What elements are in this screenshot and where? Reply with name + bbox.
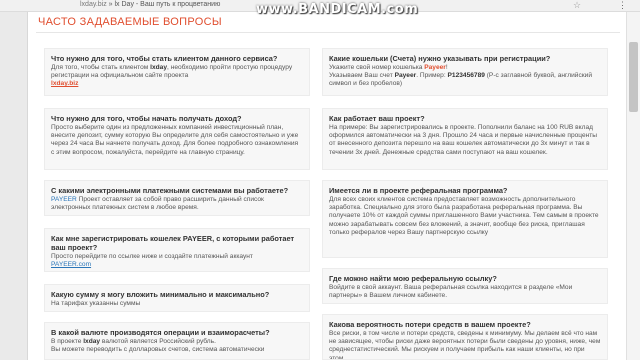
faq-answer: Просто выберите один из предложенных ком… bbox=[51, 124, 299, 156]
faq-question: Как мне зарегистрировать кошелек PAYEER,… bbox=[51, 234, 295, 252]
faq-question: Какова вероятность потери средств в ваше… bbox=[329, 320, 531, 329]
left-page-gutter bbox=[0, 12, 28, 360]
scrollbar-thumb[interactable] bbox=[629, 42, 638, 112]
brand-name: Payeer bbox=[424, 64, 446, 71]
faq-question: В какой валюте производятся операции и в… bbox=[51, 328, 270, 337]
faq-item: Где можно найти мою реферальную ссылку? … bbox=[322, 268, 608, 304]
faq-item: Как мне зарегистрировать кошелек PAYEER,… bbox=[44, 228, 310, 272]
faq-answer: Для того, чтобы стать клиентом lxday, не… bbox=[51, 64, 293, 88]
browser-menu-icon[interactable]: ⋮ bbox=[618, 0, 627, 11]
brand-name: lxday bbox=[83, 338, 101, 345]
title-divider bbox=[36, 32, 620, 33]
faq-question: Как работает ваш проект? bbox=[329, 114, 425, 123]
faq-item: В какой валюте производятся операции и в… bbox=[44, 322, 310, 360]
faq-question: Какую сумму я могу вложить минимально и … bbox=[51, 290, 270, 299]
faq-item: Какую сумму я могу вложить минимально и … bbox=[44, 284, 310, 312]
faq-answer: На примере: Вы зарегистрировались в прое… bbox=[329, 124, 598, 156]
faq-question: Какие кошельки (Счета) нужно указывать п… bbox=[329, 54, 551, 63]
brand-name: Payeer bbox=[394, 72, 417, 80]
faq-item: Как работает ваш проект? На примере: Вы … bbox=[322, 108, 608, 170]
faq-answer: Просто перейдите по ссылке ниже и создай… bbox=[51, 253, 253, 269]
faq-item: С какими электронными платежными система… bbox=[44, 180, 310, 216]
faq-item: Что нужно для того, чтобы начать получат… bbox=[44, 108, 310, 170]
faq-answer: В проекте lxday валютой является Российс… bbox=[51, 338, 265, 354]
bookmark-star-icon[interactable]: ☆ bbox=[573, 0, 581, 11]
recorder-watermark: www.BANDICAM.com bbox=[256, 2, 419, 17]
faq-question: Что нужно для того, чтобы стать клиентом… bbox=[51, 54, 278, 63]
page-title: ЧАСТО ЗАДАВАЕМЫЕ ВОПРОСЫ bbox=[38, 16, 222, 28]
address-title: » lx Day - Ваш путь к процветанию bbox=[106, 1, 221, 8]
faq-item: Что нужно для того, чтобы стать клиентом… bbox=[44, 48, 310, 96]
faq-question: Где можно найти мою реферальную ссылку? bbox=[329, 274, 497, 283]
project-site-link[interactable]: lxday.biz bbox=[51, 80, 78, 87]
faq-item: Какие кошельки (Счета) нужно указывать п… bbox=[322, 48, 608, 96]
address-bar[interactable]: lxday.biz » lx Day - Ваш путь к процвета… bbox=[80, 1, 220, 8]
address-site: lxday.biz bbox=[80, 1, 107, 8]
scrollbar[interactable] bbox=[626, 12, 640, 360]
faq-answer: PAYEER Проект оставляет за собой право р… bbox=[51, 196, 264, 212]
brand-name: lxday bbox=[150, 64, 168, 71]
faq-answer: Войдите в свой аккаунт. Ваша реферальная… bbox=[329, 284, 573, 300]
faq-answer: Все риски, в том числе и потери средств,… bbox=[329, 330, 601, 360]
brand-name: PAYEER bbox=[51, 196, 77, 203]
faq-answer: Укажите свой номер кошелька Payeer! Указ… bbox=[329, 64, 593, 88]
faq-answer: На тарифах указанны суммы bbox=[51, 300, 141, 307]
faq-item: Имеется ли в проекте реферальная програм… bbox=[322, 180, 608, 258]
faq-item: Какова вероятность потери средств в ваше… bbox=[322, 314, 608, 360]
faq-answer: Для всех своих клиентов система предоста… bbox=[329, 196, 599, 236]
faq-question: Что нужно для того, чтобы начать получат… bbox=[51, 114, 242, 123]
faq-question: Имеется ли в проекте реферальная програм… bbox=[329, 186, 508, 195]
payeer-link[interactable]: PAYEER.com bbox=[51, 261, 91, 268]
faq-question: С какими электронными платежными система… bbox=[51, 186, 289, 195]
wallet-example: P123456789 bbox=[447, 72, 485, 80]
